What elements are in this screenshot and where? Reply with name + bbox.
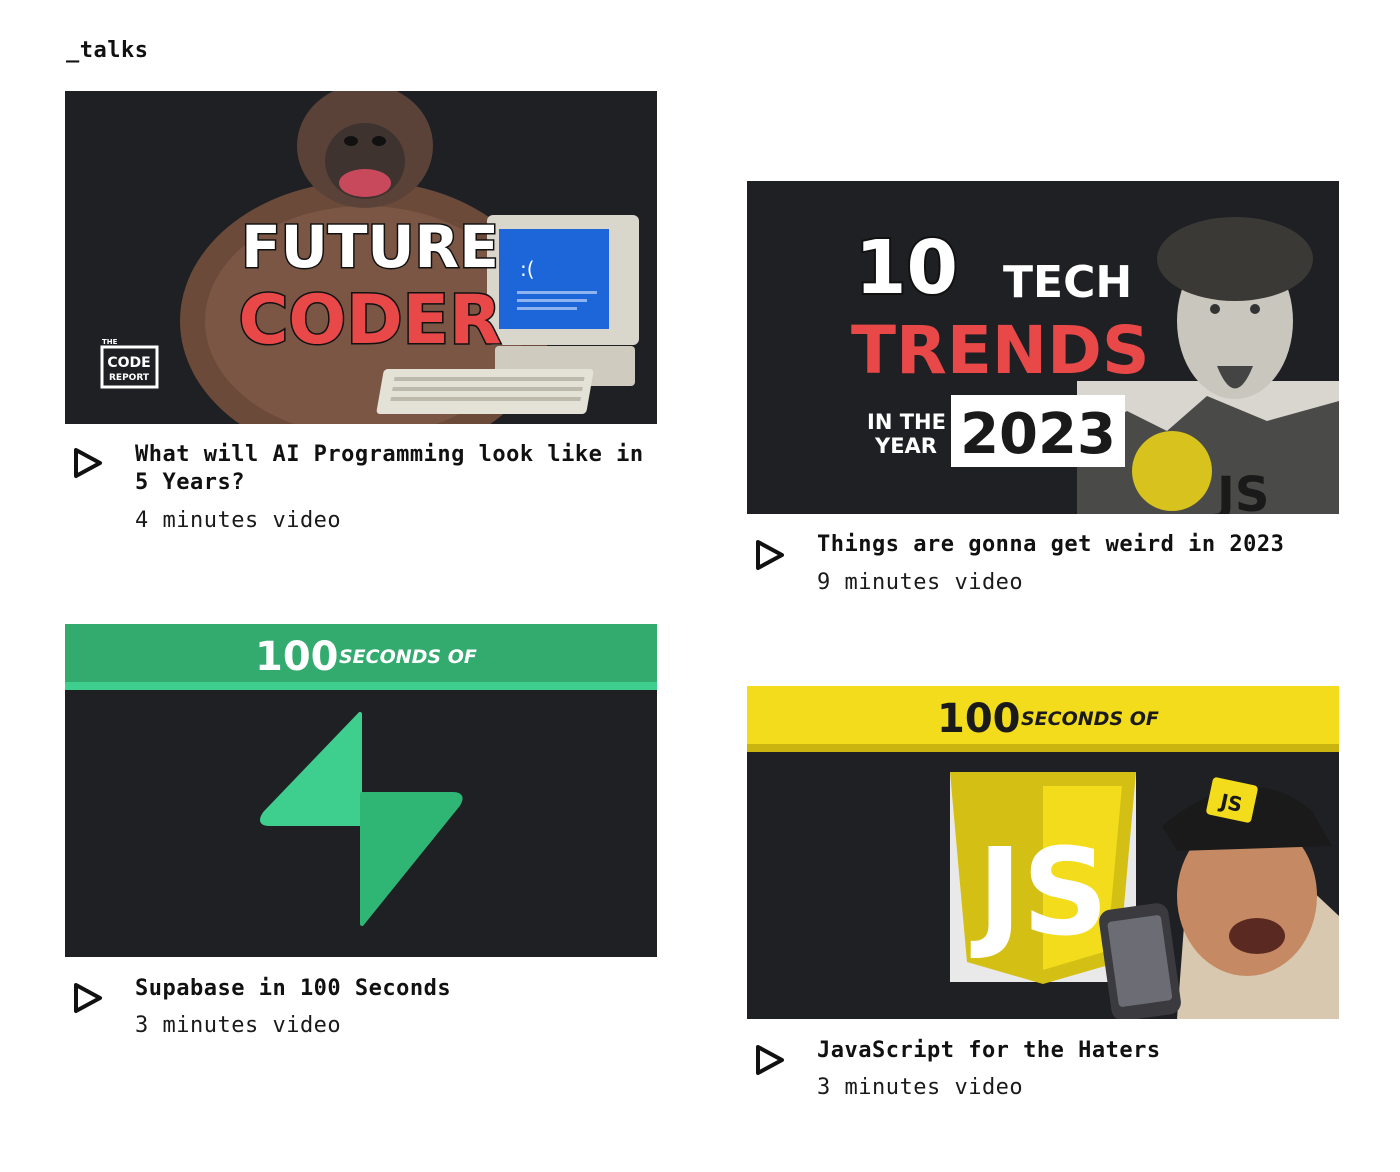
video-card[interactable]: JS 10 TECH TRENDS IN THE YEAR 2023 Thing… (747, 181, 1339, 611)
thumbnail-prefix-2: YEAR (874, 434, 937, 458)
video-duration: 3 minutes video (817, 1075, 1024, 1100)
video-card[interactable]: 100 SECONDS OF Supabase in 100 Seconds 3… (65, 624, 657, 1054)
thumbnail-prefix-1: IN THE (867, 410, 946, 434)
thumbnail-line-2: CODER (239, 281, 502, 360)
thumbnail-word-2: TRENDS (851, 312, 1149, 389)
shield-text: JS (970, 824, 1108, 963)
video-duration: 9 minutes video (817, 570, 1024, 595)
badge-top-text: THE (102, 338, 118, 346)
banner-text: SECONDS OF (1021, 708, 1159, 730)
thumbnail-year: 2023 (960, 402, 1116, 467)
tech-trends-artwork: JS 10 TECH TRENDS IN THE YEAR 2023 (747, 181, 1339, 514)
video-title[interactable]: What will AI Programming look like in 5 … (135, 441, 645, 497)
badge-line-2: REPORT (109, 373, 150, 383)
thumbnail-word-1: TECH (1003, 257, 1132, 308)
video-thumbnail[interactable]: :( FUTURE CODER THE CODE REPORT (65, 91, 657, 424)
video-thumbnail[interactable]: 100 SECONDS OF (65, 624, 657, 957)
badge-line-1: CODE (107, 355, 150, 371)
video-title[interactable]: Supabase in 100 Seconds (135, 975, 645, 1003)
future-coder-artwork: :( FUTURE CODER THE CODE REPORT (65, 91, 657, 424)
js-logo-text: JS (1214, 467, 1269, 514)
thumbnail-number: 10 (855, 225, 958, 311)
video-duration: 4 minutes video (135, 508, 342, 533)
play-icon[interactable] (71, 981, 105, 1015)
video-duration: 3 minutes video (135, 1013, 342, 1038)
play-icon[interactable] (71, 446, 105, 480)
video-thumbnail[interactable]: JS 10 TECH TRENDS IN THE YEAR 2023 (747, 181, 1339, 514)
thumbnail-line-1: FUTURE (241, 213, 499, 281)
section-title: _talks (66, 38, 149, 63)
banner-number: 100 (255, 634, 339, 680)
supabase-artwork: 100 SECONDS OF (65, 624, 657, 957)
banner-text: SECONDS OF (339, 646, 477, 668)
video-title[interactable]: JavaScript for the Haters (817, 1037, 1327, 1065)
video-card[interactable]: 100 SECONDS OF JS JS JavaScript for the … (747, 686, 1339, 1116)
play-icon[interactable] (753, 1043, 787, 1077)
play-icon[interactable] (753, 538, 787, 572)
screen-face-text: :( (520, 257, 535, 281)
video-card[interactable]: :( FUTURE CODER THE CODE REPORT What wil… (65, 91, 657, 551)
javascript-artwork: 100 SECONDS OF JS JS (747, 686, 1339, 1019)
video-title[interactable]: Things are gonna get weird in 2023 (817, 531, 1327, 559)
banner-number: 100 (937, 696, 1021, 742)
video-thumbnail[interactable]: 100 SECONDS OF JS JS (747, 686, 1339, 1019)
